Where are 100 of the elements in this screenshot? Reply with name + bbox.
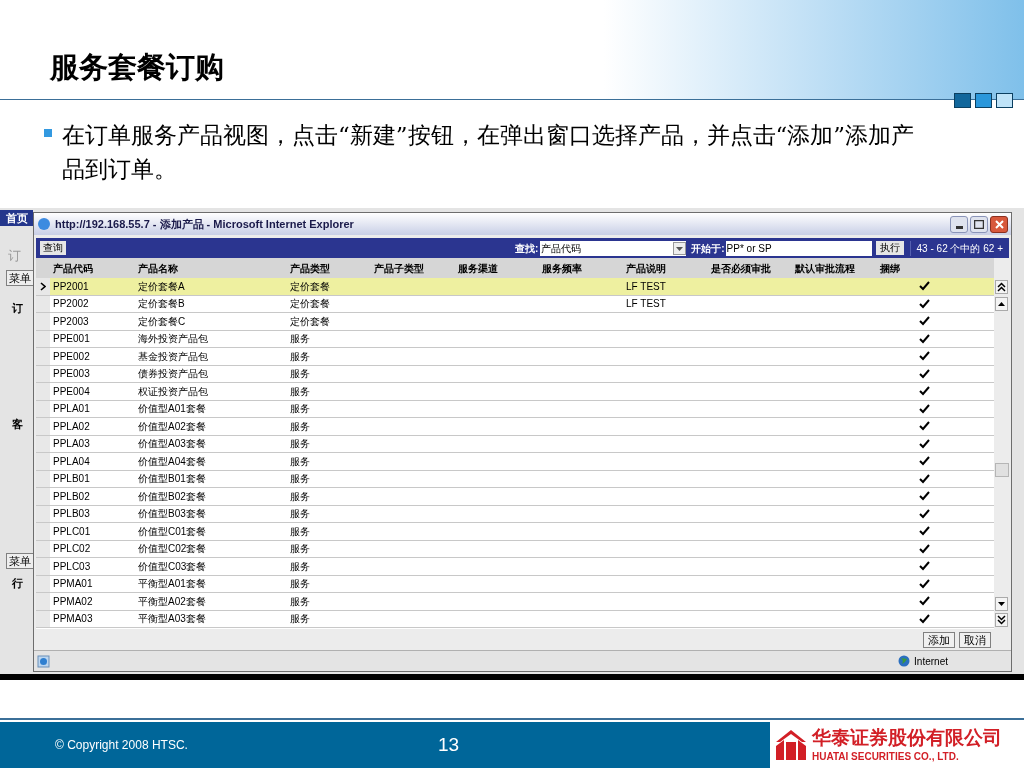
column-header[interactable]: 捆绑 <box>877 260 972 276</box>
table-cell-text: PPMA01 <box>52 577 94 592</box>
table-cell-text: PPLA02 <box>52 419 91 434</box>
check-icon <box>919 526 930 537</box>
scroll-thumb[interactable] <box>994 463 1009 477</box>
table-row[interactable]: PPLC01 价值型C01套餐 服务 <box>36 523 994 541</box>
table-row[interactable]: PPLA04 价值型A04套餐 服务 <box>36 453 994 471</box>
table-cell-text: 价值型C01套餐 <box>137 524 208 539</box>
check-icon <box>919 491 930 502</box>
dialog-button[interactable]: 取消 <box>959 631 991 648</box>
column-header[interactable]: 产品类型 <box>287 260 371 276</box>
table-row[interactable]: PPE004 权证投资产品包 服务 <box>36 383 994 401</box>
table-cell-text: 定价套餐A <box>137 279 186 294</box>
page-number: 13 <box>437 732 460 757</box>
table-cell-text: PP2002 <box>52 297 90 312</box>
table-cell-text: 价值型B02套餐 <box>137 489 207 504</box>
column-header[interactable]: 是否必须审批 <box>708 260 792 276</box>
copyright-text: © Copyright 2008 HTSC. <box>55 737 188 754</box>
menu-button[interactable]: 菜单 <box>6 269 33 286</box>
dropdown-icon <box>673 241 687 255</box>
column-header[interactable]: 产品代码 <box>50 260 135 276</box>
section-heading: 客 <box>11 417 23 432</box>
table-cell-text: 海外投资产品包 <box>137 332 209 347</box>
table-cell-text: PPLB02 <box>52 489 91 504</box>
table-cell-text: PPLC01 <box>52 524 92 539</box>
find-select[interactable]: 产品代码 <box>540 240 687 256</box>
scroll-down-icon[interactable] <box>995 597 1008 611</box>
section-heading: 订 <box>11 300 23 316</box>
table-cell-text: 服务 <box>289 454 311 469</box>
table-cell-text: PP2001 <box>52 279 90 294</box>
table-row[interactable]: PP2001 定价套餐A 定价套餐 LF TEST <box>36 278 994 296</box>
table-cell-text: 服务 <box>289 472 311 487</box>
start-field[interactable]: PP* or SP <box>725 240 872 256</box>
table-cell-text: 定价套餐B <box>137 297 186 312</box>
table-cell-text: 定价套餐 <box>289 297 331 312</box>
check-icon <box>919 316 930 327</box>
table-cell-text: 定价套餐C <box>137 314 187 329</box>
table-cell-text: 服务 <box>289 419 311 434</box>
table-cell-text: 服务 <box>289 559 311 574</box>
table-cell-text: 价值型A03套餐 <box>137 437 207 452</box>
order-label: 订 <box>7 247 21 265</box>
close-button[interactable] <box>990 215 1008 233</box>
table-cell-text: 服务 <box>289 332 311 347</box>
find-label: 查找: <box>514 241 539 256</box>
table-cell-text: 价值型A01套餐 <box>137 402 207 417</box>
check-icon <box>919 403 930 414</box>
go-button[interactable]: 执行 <box>875 241 904 255</box>
company-logo-icon <box>774 728 808 762</box>
maximize-button[interactable] <box>970 215 988 233</box>
table-row[interactable]: PPLC03 价值型C03套餐 服务 <box>36 558 994 576</box>
table-cell-text: 平衡型A03套餐 <box>137 612 207 627</box>
table-cell-text: 价值型A02套餐 <box>137 419 207 434</box>
table-cell-text: 服务 <box>289 524 311 539</box>
browser-icon <box>37 217 51 231</box>
row-selector[interactable] <box>36 278 50 295</box>
table-cell-text: 服务 <box>289 489 311 504</box>
table-row[interactable]: PPMA02 平衡型A02套餐 服务 <box>36 593 994 611</box>
check-icon <box>919 368 930 379</box>
window-title: http://192.168.55.7 - 添加产品 - Microsoft Internet Explorer <box>55 216 354 232</box>
table-cell-text: 价值型C03套餐 <box>137 559 208 574</box>
column-header[interactable]: 产品子类型 <box>371 260 455 276</box>
check-icon <box>919 473 930 484</box>
check-icon <box>919 333 930 344</box>
check-icon <box>919 613 930 624</box>
minimize-icon <box>955 225 963 229</box>
table-cell-text: PPE001 <box>52 332 91 347</box>
table-row[interactable]: PPE002 基金投资产品包 服务 <box>36 348 994 366</box>
table-cell-text: 权证投资产品包 <box>137 384 209 399</box>
table-row[interactable]: PP2003 定价套餐C 定价套餐 <box>36 313 994 331</box>
table-cell-text: LF TEST <box>625 297 667 312</box>
table-cell-text: PPE003 <box>52 367 91 382</box>
column-header[interactable]: 服务频率 <box>539 260 623 276</box>
column-header[interactable]: 产品说明 <box>623 260 708 276</box>
company-name: 华泰证券股份有限公司 <box>812 726 1002 749</box>
minimize-button[interactable] <box>950 215 968 233</box>
table-cell-text: 服务 <box>289 349 311 364</box>
menu-button[interactable]: 菜单 <box>6 552 33 569</box>
check-icon <box>919 561 930 572</box>
bullet-text: 在订单服务产品视图，点击“新建”按钮，在弹出窗口选择产品，并点击“添加”添加产品到订单。 <box>62 121 916 184</box>
column-header[interactable]: 产品名称 <box>135 260 287 276</box>
close-icon <box>994 219 1004 229</box>
square-icon <box>975 93 992 108</box>
table-cell-text: 平衡型A02套餐 <box>137 594 207 609</box>
table-row[interactable]: PPLB02 价值型B02套餐 服务 <box>36 488 994 506</box>
maximize-icon <box>974 219 984 229</box>
column-header[interactable]: 服务渠道 <box>455 260 539 276</box>
table-cell-text: 服务 <box>289 367 311 382</box>
scroll-up-icon[interactable] <box>995 297 1008 311</box>
column-header[interactable]: 默认审批流程 <box>792 260 877 276</box>
table-cell-text: PPMA03 <box>52 612 94 627</box>
scroll-top-icon[interactable] <box>995 280 1008 294</box>
table-row[interactable]: PPLA02 价值型A02套餐 服务 <box>36 418 994 436</box>
scroll-bottom-icon[interactable] <box>995 613 1008 627</box>
table-cell-text: PPLA04 <box>52 454 91 469</box>
table-cell-text: 服务 <box>289 612 311 627</box>
table-cell-text: PPLC02 <box>52 542 92 557</box>
home-tab[interactable]: 首页 <box>0 210 33 226</box>
check-icon <box>919 298 930 309</box>
query-button[interactable]: 查询 <box>40 241 66 255</box>
dialog-button[interactable]: 添加 <box>923 631 955 648</box>
